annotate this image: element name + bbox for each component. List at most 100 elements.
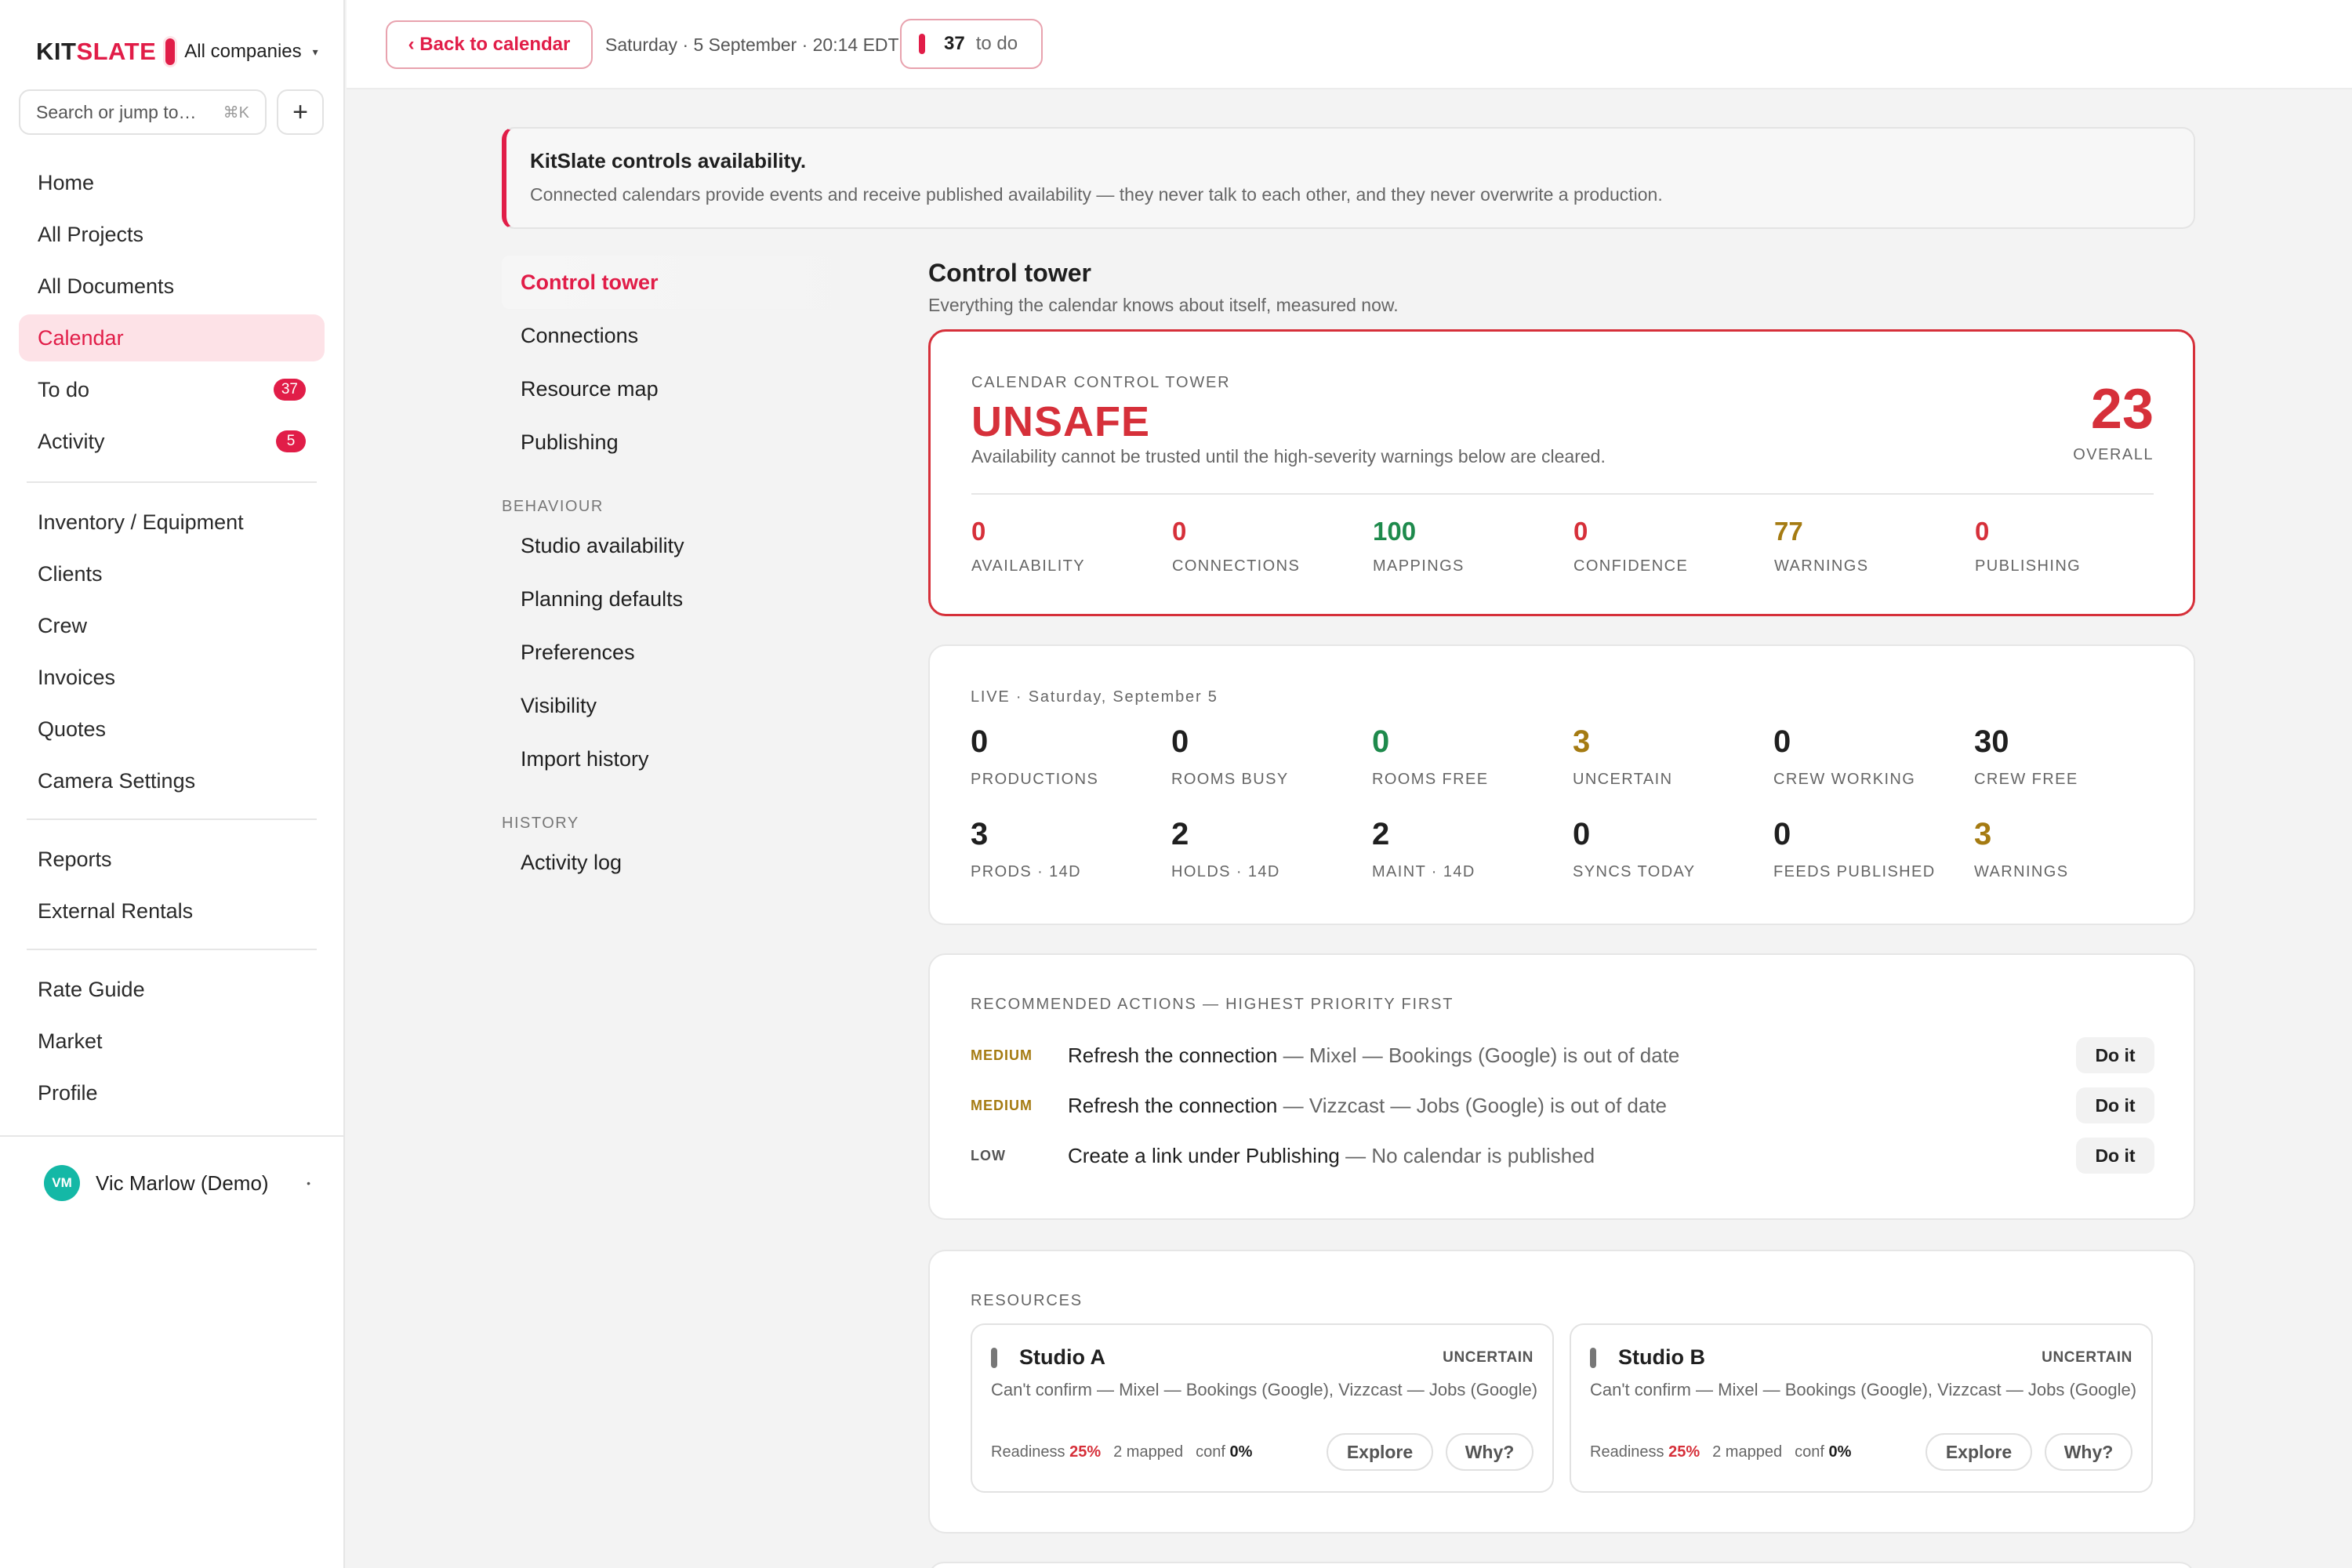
stat-label: UNCERTAIN	[1573, 771, 1673, 788]
sidebar-item-invoices[interactable]: Invoices	[19, 654, 325, 701]
metric-connections: 0 CONNECTIONS	[1172, 517, 1373, 575]
todo-label: to do	[975, 33, 1018, 54]
do-it-button[interactable]: Do it	[2076, 1037, 2154, 1073]
metric-value: 0	[1975, 517, 1990, 546]
sidebar-item-home[interactable]: Home	[19, 159, 325, 206]
sidebar-item-label: Activity	[38, 429, 105, 453]
subnav-import-history[interactable]: Import history	[502, 732, 862, 786]
add-button[interactable]: +	[277, 89, 324, 135]
count-badge: 5	[276, 430, 306, 452]
sidebar-item-camera-settings[interactable]: Camera Settings	[19, 757, 325, 804]
why-button[interactable]: Why?	[1446, 1433, 1534, 1471]
metric-availability: 0 AVAILABILITY	[971, 517, 1172, 575]
stat-feeds-published: 0 FEEDS PUBLISHED	[1773, 817, 1974, 881]
metric-value: 100	[1373, 517, 1417, 546]
metric-value: 0	[971, 517, 986, 546]
resource-name: Studio A	[1019, 1345, 1105, 1369]
sidebar-item-clients[interactable]: Clients	[19, 550, 325, 597]
back-to-calendar-button[interactable]: ‹ Back to calendar	[386, 20, 593, 69]
card-eyebrow: LIVE · Saturday, September 5	[971, 688, 1218, 706]
chevron-down-icon[interactable]: ▾	[313, 45, 318, 59]
metric-publishing: 0 PUBLISHING	[1975, 517, 2176, 575]
stat-label: SYNCS TODAY	[1573, 863, 1696, 880]
confidence-meta: conf 0%	[1196, 1443, 1252, 1461]
sidebar-item-activity[interactable]: Activity 5	[19, 418, 325, 465]
sidebar-item-crew[interactable]: Crew	[19, 602, 325, 649]
stat-value: 0	[1171, 724, 1189, 759]
settings-subnav: Control tower Connections Resource map P…	[502, 256, 862, 889]
resource-actions: Explore Why?	[1314, 1433, 1534, 1471]
sidebar-item-quotes[interactable]: Quotes	[19, 706, 325, 753]
nav-group-settings: Rate Guide Market Profile	[19, 966, 325, 1121]
stat-label: PRODUCTIONS	[971, 771, 1099, 788]
why-button[interactable]: Why?	[2045, 1433, 2132, 1471]
subnav-activity-log[interactable]: Activity log	[502, 836, 862, 889]
subnav-studio-availability[interactable]: Studio availability	[502, 519, 862, 572]
explore-button[interactable]: Explore	[1926, 1433, 2032, 1471]
brand[interactable]: KITSLATE All companies ▾	[36, 36, 318, 67]
subnav-preferences[interactable]: Preferences	[502, 626, 862, 679]
todo-chip[interactable]: 37 to do	[900, 19, 1043, 69]
stat-rooms-busy: 0 ROOMS BUSY	[1171, 724, 1372, 789]
sidebar-item-market[interactable]: Market	[19, 1018, 325, 1065]
subnav-visibility[interactable]: Visibility	[502, 679, 862, 732]
live-stats-row-14d: 3 PRODS · 14D 2 HOLDS · 14D 2 MAINT · 14D 0…	[971, 817, 2175, 881]
readiness-meta: Readiness 25%	[991, 1443, 1101, 1461]
more-icon[interactable]: •	[307, 1177, 310, 1189]
overall-score-label: OVERALL	[2073, 446, 2154, 463]
resource-card-studio-a[interactable]: Studio A UNCERTAIN Can't confirm — Mixel…	[971, 1323, 1554, 1493]
priority-badge: LOW	[971, 1147, 1006, 1163]
mapped-meta: 2 mapped	[1113, 1443, 1184, 1461]
sidebar-item-label: Crew	[38, 613, 88, 637]
divider	[27, 481, 317, 483]
resource-card-studio-b[interactable]: Studio B UNCERTAIN Can't confirm — Mixel…	[1570, 1323, 2153, 1493]
sidebar-item-reports[interactable]: Reports	[19, 836, 325, 883]
action-detail: — No calendar is published	[1339, 1143, 1595, 1167]
subnav-publishing[interactable]: Publishing	[502, 416, 862, 469]
sidebar-item-rate-guide[interactable]: Rate Guide	[19, 966, 325, 1013]
sidebar-item-label: Calendar	[38, 325, 124, 350]
do-it-button[interactable]: Do it	[2076, 1138, 2154, 1174]
metric-value: 0	[1172, 517, 1187, 546]
subnav-control-tower[interactable]: Control tower	[502, 256, 862, 309]
search-input[interactable]: Search or jump to… ⌘K	[19, 89, 267, 135]
metric-label: WARNINGS	[1774, 557, 1869, 575]
stat-value: 3	[971, 817, 989, 851]
action-detail: — Mixel — Bookings (Google) is out of da…	[1277, 1043, 1680, 1067]
sidebar-item-inventory[interactable]: Inventory / Equipment	[19, 499, 325, 546]
sidebar-item-profile[interactable]: Profile	[19, 1069, 325, 1116]
subnav-planning-defaults[interactable]: Planning defaults	[502, 572, 862, 626]
resource-footer: Readiness 25% 2 mapped conf 0% Explore W…	[991, 1433, 1534, 1471]
action-text: Refresh the connection — Mixel — Booking…	[1068, 1044, 2076, 1068]
resource-header: Studio A UNCERTAIN	[991, 1345, 1534, 1370]
mapped-meta: 2 mapped	[1712, 1443, 1783, 1461]
action-item: MEDIUM Refresh the connection — Mixel — …	[971, 1036, 2154, 1074]
subnav-connections[interactable]: Connections	[502, 309, 862, 362]
status-badge: UNSAFE	[971, 398, 1151, 445]
sidebar-item-all-projects[interactable]: All Projects	[19, 211, 325, 258]
company-selector[interactable]: All companies	[184, 41, 301, 63]
sidebar-item-to-do[interactable]: To do 37	[19, 366, 325, 413]
stat-rooms-free: 0 ROOMS FREE	[1372, 724, 1573, 789]
sidebar-item-all-documents[interactable]: All Documents	[19, 263, 325, 310]
metric-value: 77	[1774, 517, 1803, 546]
explore-button[interactable]: Explore	[1327, 1433, 1433, 1471]
plus-icon: +	[292, 96, 308, 127]
priority-badge: MEDIUM	[971, 1097, 1033, 1113]
metric-warnings: 77 WARNINGS	[1774, 517, 1975, 575]
live-stats-card: LIVE · Saturday, September 5 0 PRODUCTION…	[928, 644, 2195, 925]
stat-value: 0	[1573, 817, 1591, 851]
metric-value: 0	[1573, 517, 1588, 546]
meta-label: conf	[1795, 1443, 1824, 1461]
action-item: LOW Create a link under Publishing — No …	[971, 1137, 2154, 1174]
sidebar-item-external-rentals[interactable]: External Rentals	[19, 887, 325, 935]
user-menu[interactable]: VM Vic Marlow (Demo) •	[44, 1165, 310, 1201]
stat-syncs-today: 0 SYNCS TODAY	[1573, 817, 1773, 881]
subnav-resource-map[interactable]: Resource map	[502, 362, 862, 416]
divider	[27, 949, 317, 950]
do-it-button[interactable]: Do it	[2076, 1087, 2154, 1123]
meta-label: Readiness	[991, 1443, 1065, 1461]
sidebar-item-calendar[interactable]: Calendar	[19, 314, 325, 361]
sidebar-item-label: All Projects	[38, 222, 144, 246]
card-eyebrow: RECOMMENDED ACTIONS — HIGHEST PRIORITY F…	[971, 996, 1454, 1013]
